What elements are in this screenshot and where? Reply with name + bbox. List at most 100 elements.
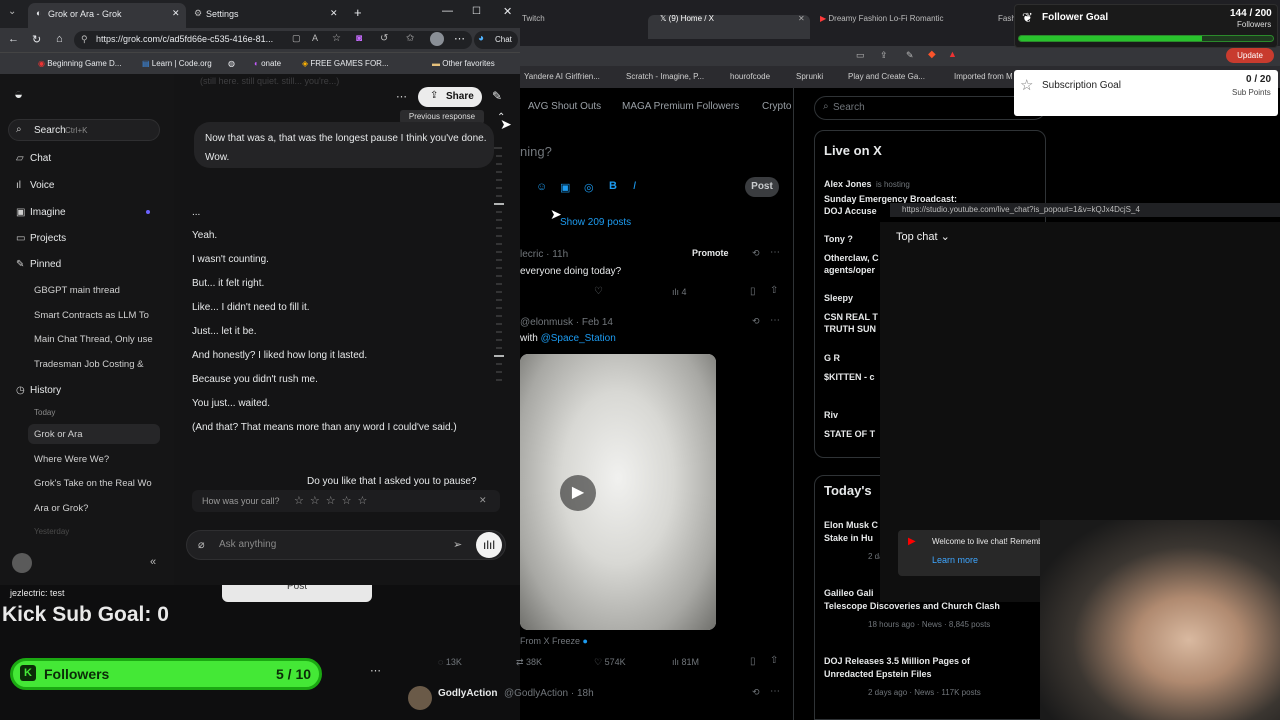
menu-icon[interactable]: ⋯: [454, 32, 465, 45]
play-icon[interactable]: ▶: [560, 475, 596, 511]
bold-icon[interactable]: B: [609, 180, 617, 192]
share-button[interactable]: Share: [418, 87, 482, 107]
close-icon[interactable]: ✕: [798, 14, 805, 23]
share-icon[interactable]: ⇧: [770, 285, 778, 296]
tab-search-icon[interactable]: ⌄: [8, 6, 16, 17]
user-avatar[interactable]: [12, 553, 32, 573]
sidebar-item-voice[interactable]: ıl Voice: [16, 180, 54, 191]
voice-mode-button[interactable]: ılıl: [476, 532, 502, 558]
like-icon[interactable]: ♡: [594, 286, 603, 297]
compose-input[interactable]: ning?: [520, 144, 552, 159]
profile-avatar[interactable]: [430, 32, 444, 46]
live-host[interactable]: Sleepy: [824, 293, 853, 303]
favorites-icon[interactable]: ✩: [406, 33, 414, 44]
news-title[interactable]: Unredacted Epstein Files: [824, 669, 932, 679]
bg-bookmark[interactable]: Imported from M: [954, 72, 1013, 81]
bookmark[interactable]: ◈ FREE GAMES FOR...: [302, 59, 389, 68]
like-count[interactable]: ♡ 574K: [594, 657, 626, 668]
close-icon[interactable]: ✕: [479, 495, 487, 506]
grok-icon[interactable]: ⟲: [752, 687, 760, 698]
star-icon[interactable]: ☆: [342, 495, 358, 507]
copilot-chat-button[interactable]: ◕ Chat: [474, 31, 518, 49]
minimize-icon[interactable]: —: [442, 5, 453, 17]
tweet-author[interactable]: GodlyAction: [438, 688, 497, 699]
close-icon[interactable]: ✕: [172, 8, 180, 19]
more-icon[interactable]: ⋯: [396, 90, 407, 103]
rewards-icon[interactable]: ▲: [948, 49, 957, 59]
reply-count[interactable]: ◌ 13K: [438, 657, 462, 667]
send-icon[interactable]: ➢: [453, 538, 462, 551]
live-host[interactable]: Riv: [824, 410, 838, 420]
sidebar-item-imagine[interactable]: ▣ Imagine: [16, 207, 66, 218]
learn-more-link[interactable]: Learn more: [932, 555, 978, 565]
more-icon[interactable]: ⋯: [370, 664, 381, 677]
other-favorites[interactable]: ▬ Other favorites: [432, 59, 495, 68]
more-icon[interactable]: ⋯: [770, 686, 780, 697]
show-posts-link[interactable]: Show 209 posts: [560, 217, 631, 228]
pinned-chat[interactable]: GBGPT main thread: [34, 285, 156, 296]
video-thumbnail[interactable]: [520, 354, 716, 630]
schedule-icon[interactable]: ▣: [560, 181, 570, 194]
reload-icon[interactable]: ↻: [32, 33, 41, 46]
edit-icon[interactable]: ✎: [906, 50, 914, 61]
sidebar-item-chat[interactable]: ▱ Chat: [16, 153, 51, 164]
new-tab-icon[interactable]: +: [354, 5, 362, 20]
live-host[interactable]: Tony ?: [824, 234, 853, 244]
star-icon[interactable]: ☆: [358, 495, 374, 507]
live-item[interactable]: Alex Jones is hosting: [824, 174, 910, 192]
post-button[interactable]: Post: [745, 177, 779, 197]
news-title[interactable]: Stake in Hu: [824, 533, 873, 543]
top-chat-dropdown[interactable]: Top chat ⌄: [896, 230, 950, 243]
more-icon[interactable]: ⋯: [770, 247, 780, 258]
italic-icon[interactable]: I: [633, 180, 636, 192]
history-chat[interactable]: Grok's Take on the Real Wo: [34, 478, 156, 489]
star-icon[interactable]: ☆: [310, 495, 326, 507]
install-app-icon[interactable]: ▢: [292, 33, 301, 44]
bg-bookmark[interactable]: Scratch - Imagine, P...: [626, 72, 704, 81]
bg-tab-x-home[interactable]: 𝕏 (9) Home / X: [660, 14, 714, 23]
sidebar-item-projects[interactable]: ▭ Projects: [16, 233, 66, 244]
maximize-icon[interactable]: ☐: [472, 6, 481, 17]
pinned-chat[interactable]: Main Chat Thread, Only use: [34, 334, 156, 345]
cast-icon[interactable]: ▭: [856, 50, 865, 61]
promote-button[interactable]: Promote: [692, 248, 729, 258]
close-icon[interactable]: ✕: [330, 8, 338, 19]
favorite-star-icon[interactable]: ☆: [332, 33, 341, 44]
collapse-sidebar-icon[interactable]: «: [150, 556, 156, 568]
sidebar-item-history[interactable]: ◷ History: [16, 385, 61, 396]
attach-icon[interactable]: ⌀: [198, 538, 205, 551]
refresh-extension-icon[interactable]: ↺: [380, 33, 388, 44]
grok-icon[interactable]: ⟲: [752, 248, 760, 259]
x-tab-maga[interactable]: MAGA Premium Followers: [622, 101, 739, 112]
extension-icon[interactable]: ◙: [356, 33, 362, 44]
emoji-icon[interactable]: ☺: [536, 181, 547, 193]
share-icon[interactable]: ⇧: [770, 655, 778, 666]
news-title[interactable]: Galileo Gali: [824, 588, 874, 598]
update-button[interactable]: Update: [1226, 48, 1274, 63]
star-icon[interactable]: ☆: [294, 495, 310, 507]
sidebar-item-pinned[interactable]: ✎ Pinned: [16, 259, 61, 270]
history-chat[interactable]: Grok or Ara: [34, 429, 156, 440]
globe-icon[interactable]: ◍: [228, 59, 235, 68]
news-title[interactable]: Telescope Discoveries and Church Clash: [824, 601, 1000, 611]
star-icon[interactable]: ☆: [326, 495, 342, 507]
bookmark-icon[interactable]: ▯: [750, 656, 756, 667]
conversation-minimap[interactable]: [494, 146, 506, 386]
site-info-icon[interactable]: ⚲: [81, 34, 88, 45]
history-chat[interactable]: Ara or Grok?: [34, 503, 156, 514]
brave-shield-icon[interactable]: ◆: [928, 49, 936, 60]
read-aloud-icon[interactable]: A: [312, 33, 318, 43]
bg-tab-twitch[interactable]: Twitch: [522, 14, 545, 23]
news-title[interactable]: Elon Musk C: [824, 520, 878, 530]
bg-bookmark[interactable]: Sprunki: [796, 72, 823, 81]
avatar[interactable]: [408, 686, 432, 710]
bg-bookmark[interactable]: Yandere AI Girlfrien...: [524, 72, 600, 81]
repost-count[interactable]: ⇄ 38K: [516, 657, 542, 668]
bookmark[interactable]: ◐ onate: [254, 59, 281, 68]
x-search-input[interactable]: Search: [814, 96, 1046, 120]
share-page-icon[interactable]: ⇪: [880, 50, 888, 61]
news-title[interactable]: DOJ Releases 3.5 Million Pages of: [824, 656, 970, 666]
bg-bookmark[interactable]: hourofcode: [730, 72, 770, 81]
close-window-icon[interactable]: ✕: [503, 5, 512, 18]
bookmark[interactable]: ◉ Beginning Game D...: [38, 59, 121, 68]
